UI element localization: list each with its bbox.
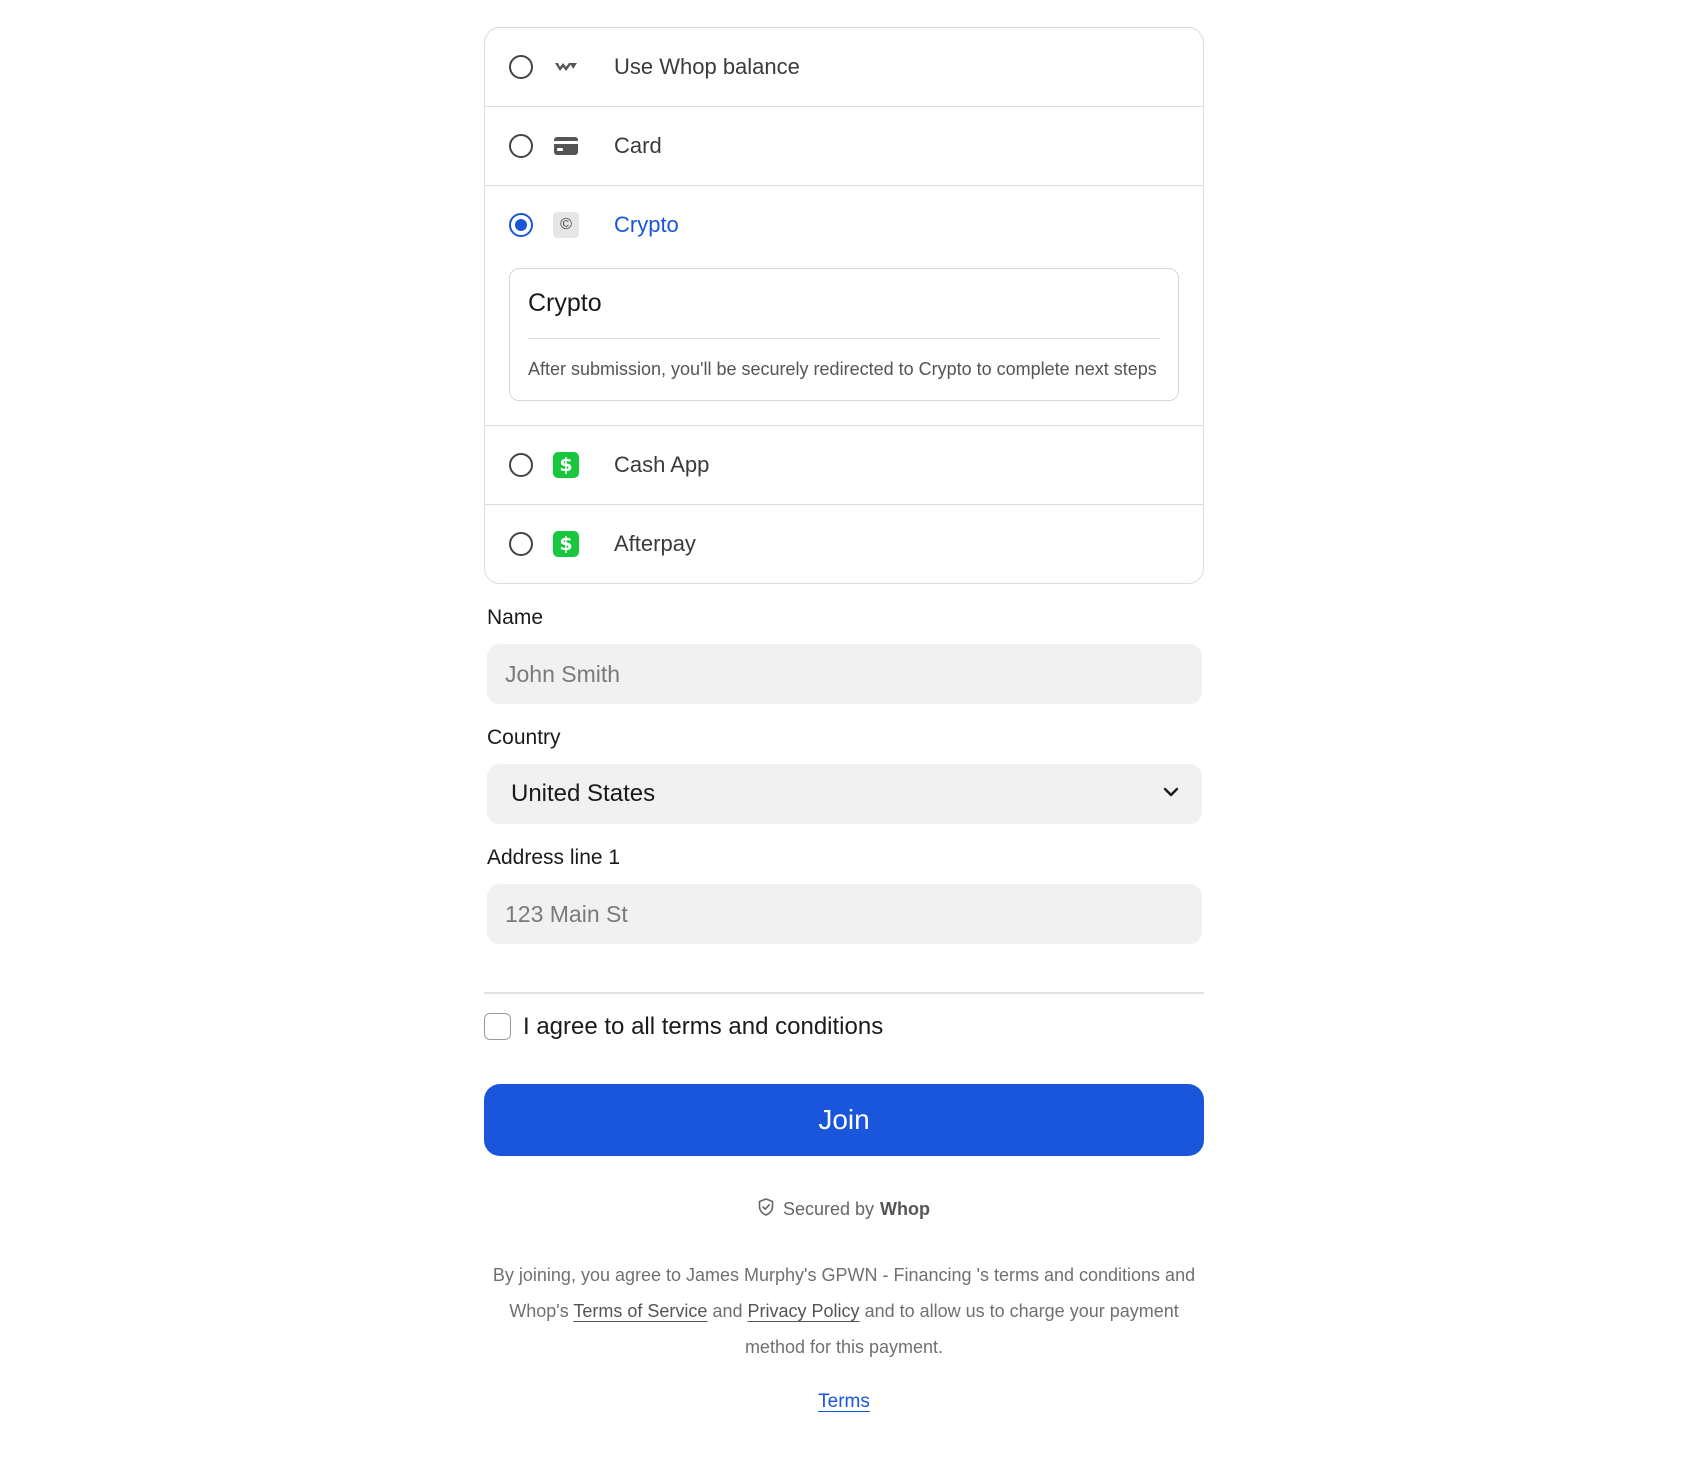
radio-button-selected[interactable]: [509, 213, 533, 237]
name-input[interactable]: [487, 644, 1202, 704]
secured-text: Secured by: [782, 1198, 875, 1219]
terms-footer: Terms: [484, 1391, 1204, 1413]
payment-option-row[interactable]: © Crypto: [485, 186, 1203, 264]
legal-text: and: [712, 1300, 743, 1321]
radio-button[interactable]: [509, 453, 533, 477]
terms-of-service-link[interactable]: Terms of Service: [573, 1301, 707, 1321]
payment-method-list: Use Whop balance Card © Crypto Crypto Af…: [484, 27, 1204, 584]
payment-option-cash-app[interactable]: $ Cash App: [485, 425, 1203, 504]
terms-agreement-label: I agree to all terms and conditions: [523, 1012, 884, 1040]
payment-option-crypto[interactable]: © Crypto Crypto After submission, you'll…: [485, 185, 1203, 401]
section-divider: [484, 992, 1204, 994]
payment-option-label: Crypto: [614, 212, 679, 237]
crypto-coin-icon: ©: [553, 212, 579, 238]
payment-option-row[interactable]: $ Cash App: [485, 426, 1203, 504]
payment-option-card[interactable]: Card: [485, 106, 1203, 185]
terms-link[interactable]: Terms: [818, 1391, 870, 1412]
terms-checkbox[interactable]: [484, 1013, 511, 1040]
country-select-value: United States: [511, 780, 656, 807]
afterpay-badge: $: [553, 531, 579, 557]
chevron-down-icon: [1162, 785, 1180, 803]
terms-agreement: I agree to all terms and conditions: [484, 1012, 1204, 1042]
payment-option-afterpay[interactable]: $ Afterpay: [485, 504, 1203, 583]
shield-check-icon: [758, 1197, 783, 1221]
address-label: Address line 1: [487, 846, 621, 869]
cash-app-icon: $: [553, 452, 579, 478]
name-label: Name: [487, 606, 544, 629]
crypto-panel-description: After submission, you'll be securely red…: [528, 359, 1157, 379]
legal-disclaimer: By joining, you agree to James Murphy's …: [484, 1257, 1204, 1365]
payment-option-label: Card: [614, 133, 662, 158]
join-button[interactable]: Join: [484, 1083, 1204, 1156]
payment-option-whop-balance[interactable]: Use Whop balance: [485, 28, 1203, 106]
country-select[interactable]: United States: [487, 764, 1202, 824]
crypto-panel-title: Crypto: [528, 289, 1160, 339]
address-input[interactable]: [487, 884, 1202, 944]
secured-by-whop: Secured by Whop: [484, 1197, 1204, 1221]
payment-option-label: Cash App: [614, 452, 710, 477]
payment-option-row[interactable]: Use Whop balance: [485, 28, 1203, 106]
crypto-badge: ©: [553, 212, 579, 238]
privacy-policy-link[interactable]: Privacy Policy: [748, 1301, 860, 1321]
payment-option-label: Afterpay: [614, 531, 696, 556]
payment-option-row[interactable]: $ Afterpay: [485, 505, 1203, 583]
radio-button[interactable]: [509, 134, 533, 158]
crypto-info-panel: Crypto After submission, you'll be secur…: [509, 268, 1179, 401]
country-label: Country: [487, 726, 561, 749]
credit-card-icon: [553, 133, 579, 159]
radio-button[interactable]: [509, 532, 533, 556]
payment-option-label: Use Whop balance: [614, 54, 800, 79]
payment-option-row[interactable]: Card: [485, 107, 1203, 185]
cash-app-badge: $: [553, 452, 579, 478]
radio-button[interactable]: [509, 55, 533, 79]
whop-logo-icon: [553, 54, 579, 80]
checkout-form: Use Whop balance Card © Crypto Crypto Af…: [484, 27, 1204, 1413]
secured-brand: Whop: [880, 1198, 931, 1219]
afterpay-icon: $: [553, 531, 579, 557]
